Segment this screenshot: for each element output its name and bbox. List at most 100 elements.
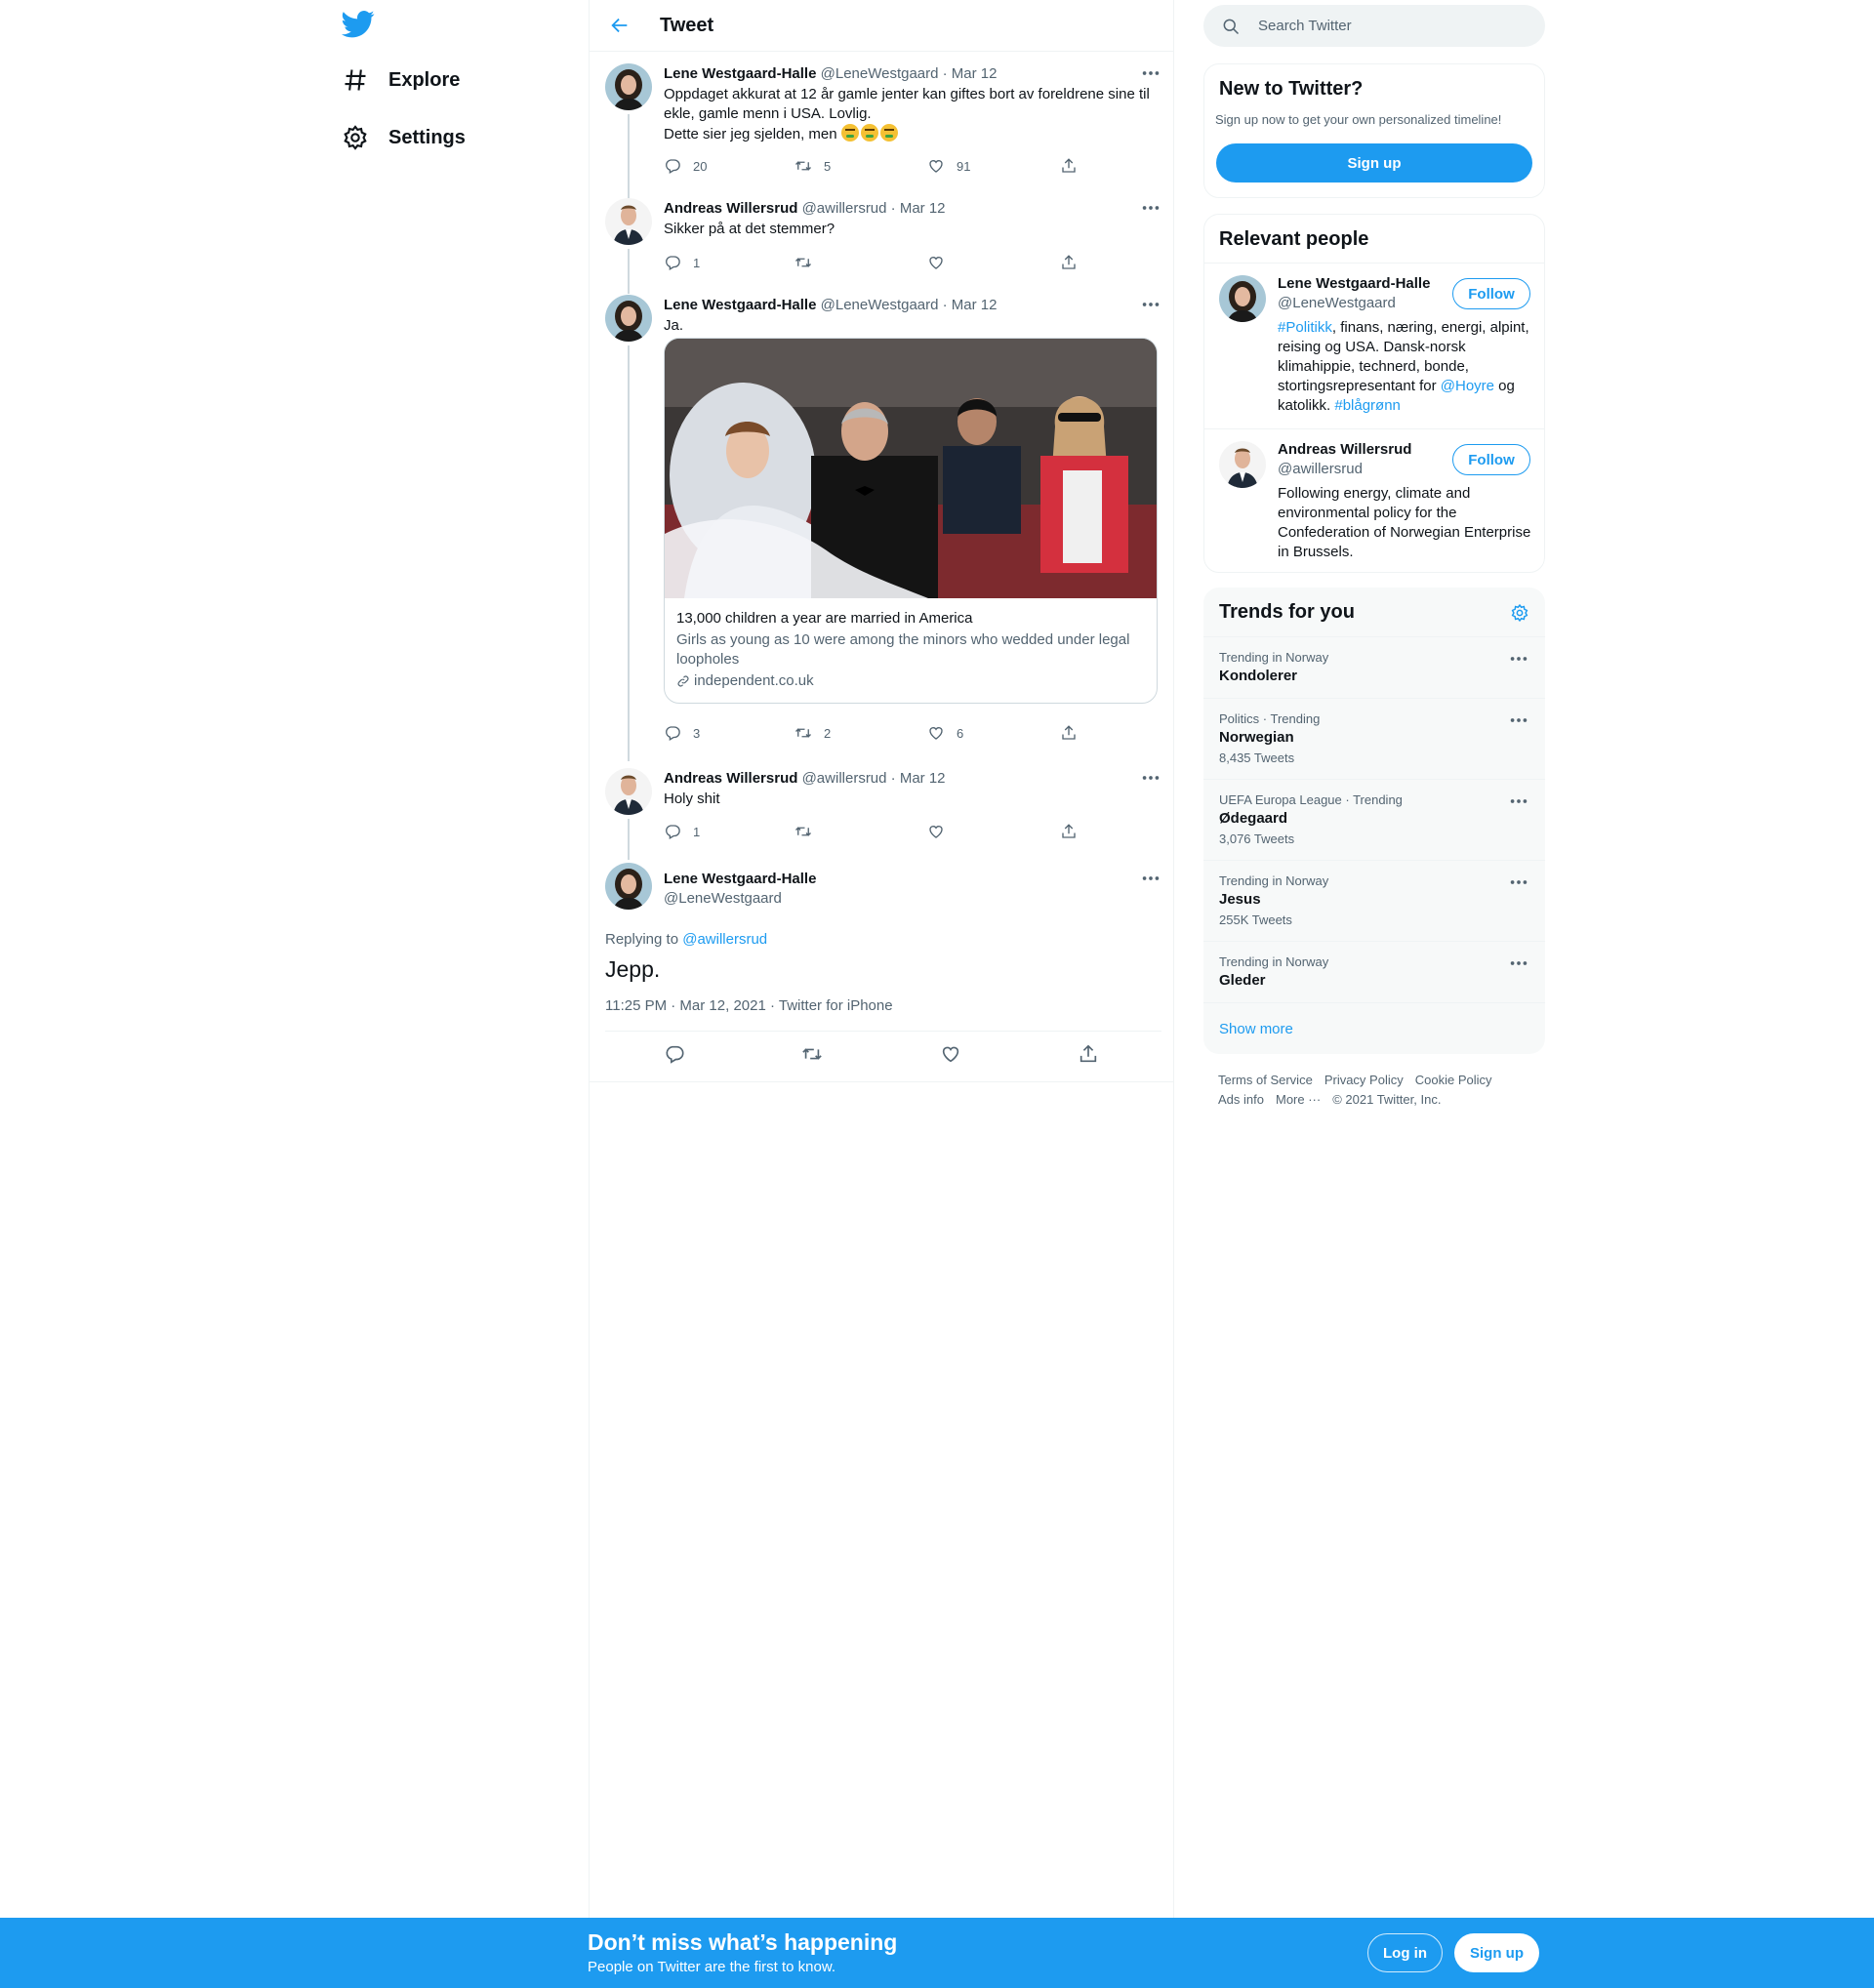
person-card[interactable]: Andreas Willersrud @awillersrud Follow F… (1204, 428, 1544, 572)
retweet-button[interactable] (801, 1043, 823, 1065)
copyright: © 2021 Twitter, Inc. (1332, 1092, 1442, 1107)
share-button[interactable] (1078, 1043, 1099, 1065)
person-handle[interactable]: @awillersrud (1278, 461, 1363, 477)
person-card[interactable]: Lene Westgaard-Halle @LeneWestgaard Foll… (1204, 263, 1544, 428)
avatar[interactable] (605, 63, 652, 110)
like-button[interactable] (927, 254, 945, 271)
trend-item[interactable]: Trending in Norway Jesus 255K Tweets (1203, 860, 1545, 941)
avatar[interactable] (1219, 275, 1266, 322)
reply-icon (664, 724, 681, 742)
trend-item[interactable]: Trending in Norway Kondolerer (1203, 636, 1545, 698)
share-button[interactable] (1060, 724, 1078, 742)
follow-button[interactable]: Follow (1452, 444, 1530, 475)
hashtag-link[interactable]: #blågrønn (1334, 397, 1401, 414)
tweet-author[interactable]: Lene Westgaard-Halle (664, 871, 816, 887)
person-name[interactable]: Andreas Willersrud (1278, 441, 1411, 458)
hashtag-link[interactable]: #Politikk (1278, 319, 1332, 336)
reply-button[interactable]: 3 (664, 724, 700, 742)
avatar[interactable] (605, 768, 652, 815)
trend-item[interactable]: Trending in Norway Gleder (1203, 941, 1545, 1002)
privacy-link[interactable]: Privacy Policy (1324, 1073, 1404, 1087)
tweet[interactable]: Lene Westgaard-Halle @LeneWestgaard · Ma… (605, 63, 1161, 198)
ads-info-link[interactable]: Ads info (1218, 1092, 1264, 1107)
retweet-button[interactable]: 2 (794, 724, 831, 742)
tweet-timestamp[interactable]: 11:25 PM · Mar 12, 2021 · Twitter for iP… (605, 997, 893, 1014)
trend-context: Trending in Norway (1219, 954, 1329, 969)
like-button[interactable]: 6 (927, 724, 963, 742)
reply-button[interactable]: 1 (664, 254, 700, 271)
signup-banner: Don’t miss what’s happening People on Tw… (0, 1918, 1874, 1988)
replying-to-link[interactable]: @awillersrud (682, 931, 767, 948)
page-title: Tweet (660, 15, 714, 36)
link-card[interactable]: 13,000 children a year are married in Am… (664, 338, 1158, 704)
more-icon[interactable] (1508, 955, 1529, 971)
tweet-meta[interactable]: @LeneWestgaard · Mar 12 (821, 297, 998, 313)
terms-link[interactable]: Terms of Service (1218, 1073, 1313, 1087)
nav-settings[interactable]: Settings (342, 118, 466, 157)
back-arrow-icon[interactable] (609, 15, 631, 36)
tweet-author[interactable]: Andreas Willersrud (664, 770, 797, 787)
person-handle[interactable]: @LeneWestgaard (1278, 295, 1396, 311)
like-icon (927, 157, 945, 175)
retweet-button[interactable]: 5 (794, 157, 831, 175)
tweet[interactable]: Lene Westgaard-Halle @LeneWestgaard · Ma… (605, 295, 1161, 761)
search-box[interactable] (1203, 5, 1545, 47)
tweet-meta[interactable]: @LeneWestgaard · Mar 12 (821, 65, 998, 82)
search-input[interactable] (1258, 18, 1531, 34)
tweet-text: Ja. (664, 317, 684, 334)
more-icon[interactable] (1508, 793, 1529, 809)
tweet[interactable]: Andreas Willersrud @awillersrud · Mar 12… (605, 198, 1161, 294)
gear-icon[interactable] (1510, 603, 1529, 623)
mention-link[interactable]: @Hoyre (1441, 378, 1494, 394)
show-more-link[interactable]: Show more (1219, 1021, 1293, 1037)
follow-button[interactable]: Follow (1452, 278, 1530, 309)
share-button[interactable] (1060, 157, 1078, 175)
tweet-meta[interactable]: @awillersrud · Mar 12 (802, 200, 946, 217)
tweet-actions: 1 (664, 823, 1083, 842)
retweet-count: 2 (824, 725, 832, 741)
tweet-author[interactable]: Lene Westgaard-Halle (664, 65, 816, 82)
person-name[interactable]: Lene Westgaard-Halle (1278, 275, 1430, 292)
retweet-button[interactable] (794, 254, 812, 271)
avatar[interactable] (605, 295, 652, 342)
nav-explore[interactable]: Explore (342, 61, 460, 100)
trend-item[interactable]: UEFA Europa League · Trending Ødegaard 3… (1203, 779, 1545, 860)
angry-face-emoji (860, 124, 878, 142)
share-button[interactable] (1060, 254, 1078, 271)
tweet-author[interactable]: Lene Westgaard-Halle (664, 297, 816, 313)
avatar[interactable] (1219, 441, 1266, 488)
like-button[interactable]: 91 (927, 157, 970, 175)
reply-button[interactable] (664, 1043, 685, 1065)
share-icon (1078, 1043, 1099, 1065)
like-button[interactable] (927, 823, 945, 840)
more-icon[interactable] (1140, 871, 1161, 886)
signup-button[interactable]: Sign up (1454, 1933, 1539, 1972)
retweet-button[interactable] (794, 823, 812, 840)
more-icon[interactable] (1508, 651, 1529, 667)
more-icon[interactable] (1508, 874, 1529, 890)
tweet[interactable]: Andreas Willersrud @awillersrud · Mar 12… (605, 768, 1161, 860)
more-icon[interactable] (1508, 712, 1529, 728)
share-icon (1060, 724, 1078, 742)
avatar[interactable] (605, 863, 652, 910)
avatar[interactable] (605, 198, 652, 245)
signup-button[interactable]: Sign up (1216, 143, 1532, 183)
retweet-icon (801, 1043, 823, 1065)
twitter-bird-icon[interactable] (342, 10, 375, 39)
more-icon[interactable] (1140, 770, 1161, 786)
share-button[interactable] (1060, 823, 1078, 840)
trend-name: Norwegian (1219, 729, 1294, 746)
tweet-handle[interactable]: @LeneWestgaard (664, 890, 782, 907)
tweet-author[interactable]: Andreas Willersrud (664, 200, 797, 217)
like-button[interactable] (940, 1043, 961, 1065)
more-icon[interactable] (1140, 65, 1161, 81)
reply-button[interactable]: 1 (664, 823, 700, 840)
more-icon[interactable] (1140, 200, 1161, 216)
more-link[interactable]: More ··· (1276, 1092, 1321, 1107)
reply-button[interactable]: 20 (664, 157, 707, 175)
trend-item[interactable]: Politics · Trending Norwegian 8,435 Twee… (1203, 698, 1545, 779)
login-button[interactable]: Log in (1367, 1933, 1443, 1972)
more-icon[interactable] (1140, 297, 1161, 312)
cookie-link[interactable]: Cookie Policy (1415, 1073, 1492, 1087)
tweet-meta[interactable]: @awillersrud · Mar 12 (802, 770, 946, 787)
